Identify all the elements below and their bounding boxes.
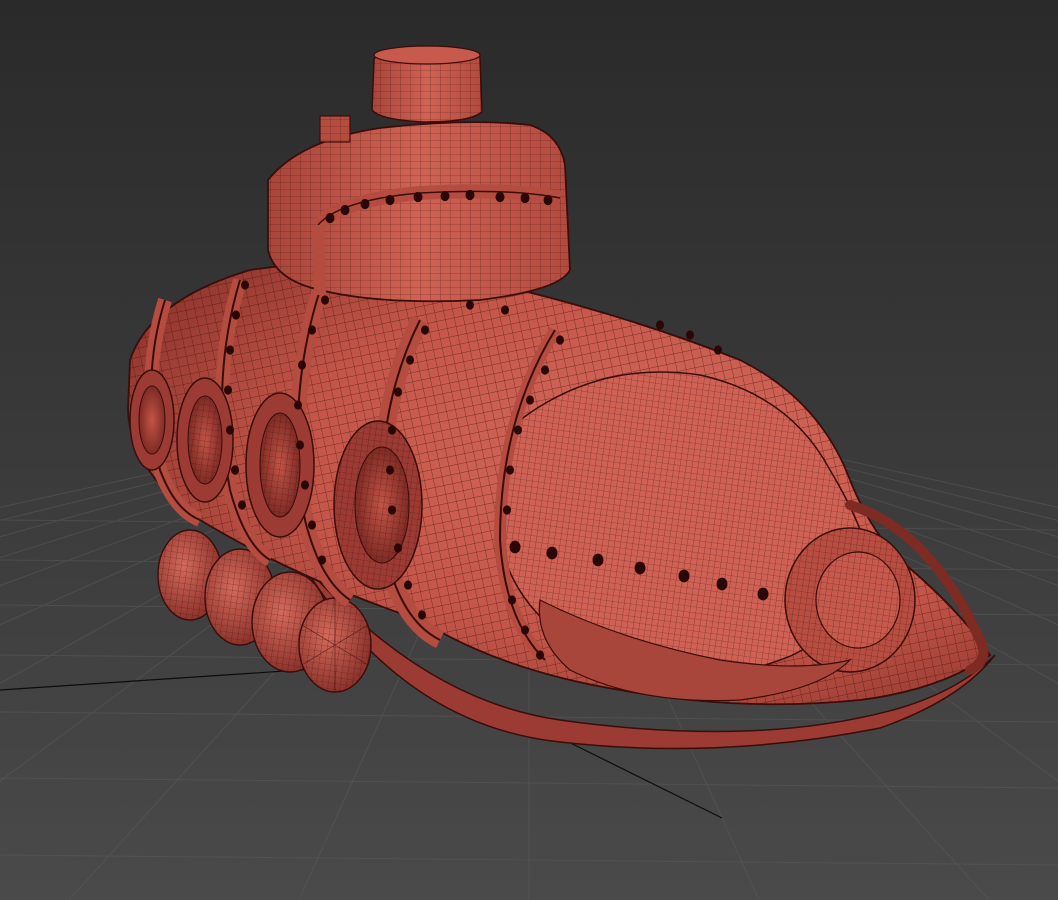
rivet xyxy=(543,194,553,206)
rivet xyxy=(508,595,516,605)
rivet xyxy=(421,325,429,335)
rivet xyxy=(385,194,395,206)
rivet xyxy=(556,335,564,345)
rivet xyxy=(386,465,394,475)
rivet xyxy=(226,345,234,355)
rivet xyxy=(321,295,329,305)
rivet xyxy=(536,650,544,660)
rivet xyxy=(656,320,664,330)
rivet xyxy=(394,543,402,553)
rivet xyxy=(388,425,396,435)
rivet xyxy=(495,191,505,203)
rivet xyxy=(465,189,475,201)
rivet xyxy=(526,395,534,405)
rivet xyxy=(232,310,240,320)
porthole xyxy=(245,392,315,538)
rivet xyxy=(318,555,326,565)
rivet xyxy=(388,505,396,515)
rivet xyxy=(413,191,423,203)
rivet xyxy=(466,300,474,310)
rivet xyxy=(231,465,239,475)
rivet xyxy=(340,204,350,216)
rivet xyxy=(714,345,722,355)
rivet xyxy=(506,465,514,475)
rivet xyxy=(298,360,306,370)
rivet xyxy=(521,625,529,635)
rivet xyxy=(503,505,511,515)
rivet xyxy=(325,212,335,224)
rivet xyxy=(418,610,426,620)
3d-viewport[interactable] xyxy=(0,0,1058,900)
rivet xyxy=(360,198,370,210)
rivet xyxy=(520,192,530,204)
rivet xyxy=(294,400,302,410)
rivet xyxy=(634,561,646,575)
porthole xyxy=(333,420,423,590)
rivet xyxy=(404,580,412,590)
rivet xyxy=(301,480,309,490)
rivet xyxy=(296,440,304,450)
rivet xyxy=(440,190,450,202)
rivet xyxy=(394,387,402,397)
rivet xyxy=(678,569,690,583)
rivet xyxy=(757,587,769,601)
porthole xyxy=(176,377,234,503)
rivet xyxy=(501,305,509,315)
rivet xyxy=(241,280,249,290)
porthole xyxy=(129,369,175,471)
rivet xyxy=(716,577,728,591)
rivet xyxy=(238,500,246,510)
rivet xyxy=(224,385,232,395)
rivet xyxy=(406,355,414,365)
rivet xyxy=(592,553,604,567)
viewport-canvas[interactable] xyxy=(0,0,1058,900)
rivet xyxy=(686,330,694,340)
rivet xyxy=(509,540,521,554)
rivet xyxy=(308,520,316,530)
rivet xyxy=(541,365,549,375)
rivet xyxy=(514,425,522,435)
rivet xyxy=(546,546,558,560)
rivet xyxy=(226,425,234,435)
rivet xyxy=(308,325,316,335)
